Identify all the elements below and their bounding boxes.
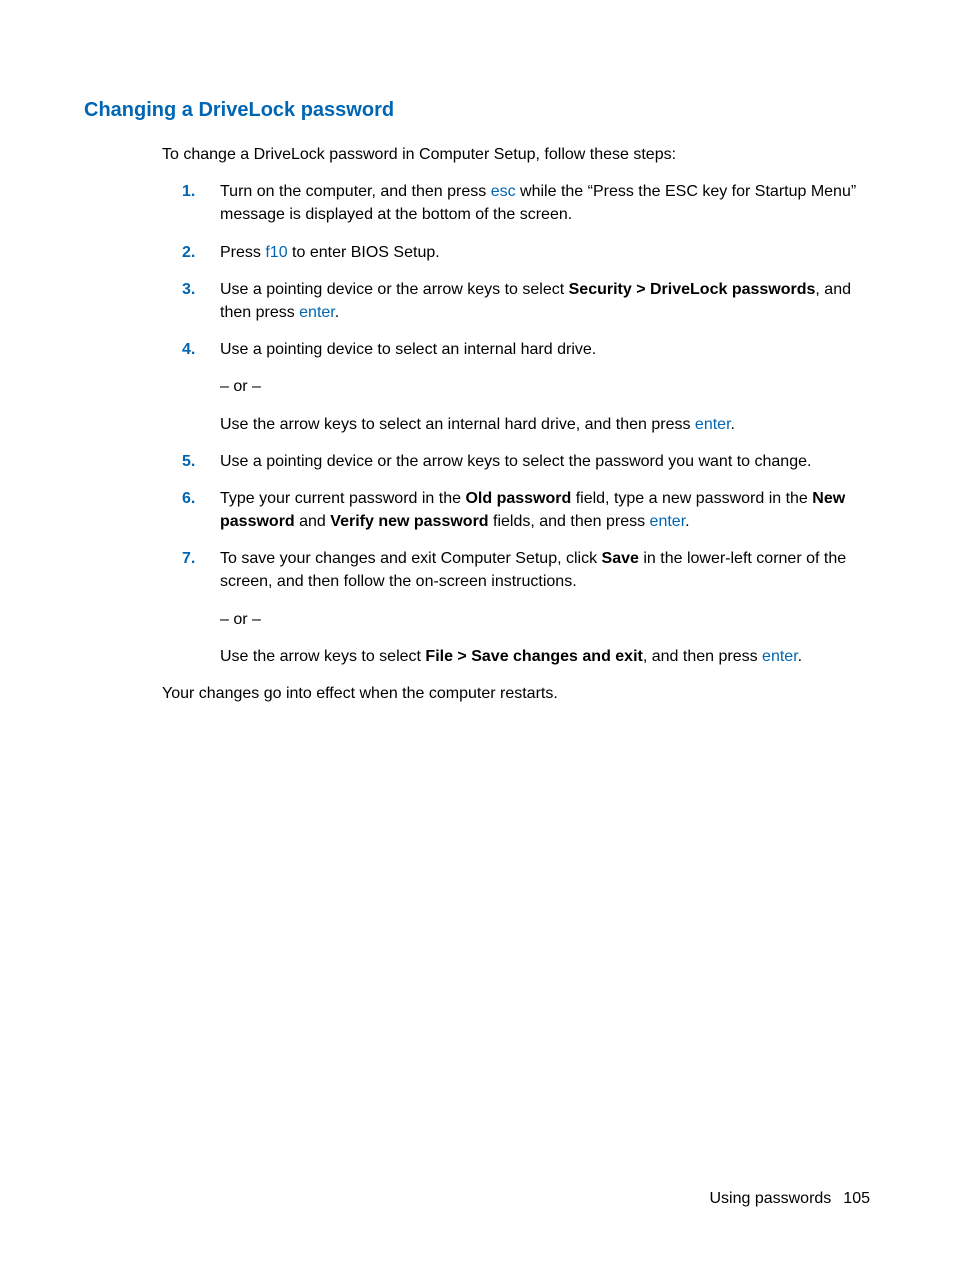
footer-section: Using passwords: [709, 1190, 831, 1207]
key-enter: enter: [762, 648, 798, 665]
footer-page-number: 105: [843, 1190, 870, 1207]
step-2: Press f10 to enter BIOS Setup.: [182, 241, 870, 264]
step-text: field, type a new password in the: [571, 490, 812, 507]
step-text: fields, and then press: [489, 513, 650, 530]
step-6: Type your current password in the Old pa…: [182, 487, 870, 533]
step-text: to enter BIOS Setup.: [288, 244, 440, 261]
key-enter: enter: [695, 416, 731, 433]
bold-security-path: Security > DriveLock passwords: [569, 281, 816, 298]
step-text: .: [685, 513, 689, 530]
step-text: Turn on the computer, and then press: [220, 183, 491, 200]
steps-list: Turn on the computer, and then press esc…: [182, 180, 870, 668]
bold-verify-new-password: Verify new password: [330, 513, 488, 530]
step-5: Use a pointing device or the arrow keys …: [182, 450, 870, 473]
step-text: Use the arrow keys to select an internal…: [220, 416, 695, 433]
bold-file-path: File > Save changes and exit: [425, 648, 642, 665]
key-esc: esc: [491, 183, 516, 200]
key-f10: f10: [265, 244, 287, 261]
bold-old-password: Old password: [465, 490, 571, 507]
step-7: To save your changes and exit Computer S…: [182, 547, 870, 668]
intro-paragraph: To change a DriveLock password in Comput…: [162, 143, 870, 166]
or-separator: – or –: [220, 608, 870, 631]
step-text: , and then press: [643, 648, 762, 665]
step-4: Use a pointing device to select an inter…: [182, 338, 870, 436]
step-1: Turn on the computer, and then press esc…: [182, 180, 870, 226]
or-separator: – or –: [220, 375, 870, 398]
step-text: .: [335, 304, 339, 321]
step-text: To save your changes and exit Computer S…: [220, 550, 602, 567]
page-footer: Using passwords 105: [709, 1187, 870, 1210]
step-text: Use a pointing device or the arrow keys …: [220, 453, 811, 470]
key-enter: enter: [299, 304, 335, 321]
step-text: .: [731, 416, 735, 433]
bold-save: Save: [602, 550, 639, 567]
key-enter: enter: [650, 513, 686, 530]
step-text: Use a pointing device or the arrow keys …: [220, 281, 569, 298]
step-text: and: [295, 513, 331, 530]
section-heading: Changing a DriveLock password: [84, 96, 870, 125]
step-text: Use a pointing device to select an inter…: [220, 341, 596, 358]
step-text: Type your current password in the: [220, 490, 465, 507]
closing-paragraph: Your changes go into effect when the com…: [162, 682, 870, 705]
step-text: .: [798, 648, 802, 665]
step-text: Press: [220, 244, 265, 261]
step-text: Use the arrow keys to select: [220, 648, 425, 665]
step-3: Use a pointing device or the arrow keys …: [182, 278, 870, 324]
